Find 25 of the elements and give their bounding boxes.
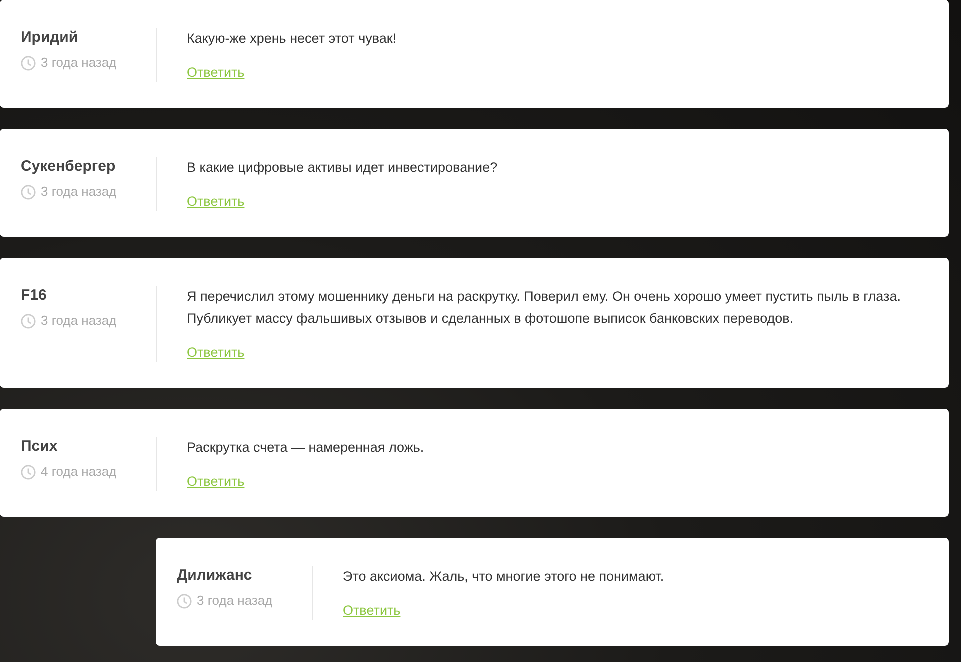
- clock-icon: [21, 184, 36, 200]
- comment-text: Раскрутка счета — намеренная ложь.: [187, 439, 426, 457]
- clock-icon: [177, 594, 192, 608]
- comment-time: 3 года назад: [41, 183, 117, 201]
- reply-link[interactable]: Ответить: [187, 344, 245, 362]
- reply-link[interactable]: Ответить: [187, 473, 245, 491]
- comment-time: 4 года назад: [41, 463, 117, 481]
- comment-time: 3 года назад: [41, 312, 117, 330]
- comment-text: Какую-же хрень несет этот чувак!: [187, 30, 398, 48]
- author-name: Псих: [21, 437, 58, 457]
- comment-text: Я перечислил этому мошеннику деньги на раскрутку. Поверил ему. Он очень хорошо умеет пустить пыль в глаза. Публикует массу фальшивых отзывов и сделанных в фотошопе выписок банковских переводов.: [187, 288, 902, 328]
- author-name: Сукенбергер: [21, 157, 116, 177]
- reply-link[interactable]: Ответить: [187, 64, 245, 82]
- clock-icon: [21, 464, 36, 480]
- author-name: Дилижанс: [177, 566, 252, 586]
- reply-link[interactable]: Ответить: [343, 602, 401, 620]
- clock-icon: [21, 56, 36, 70]
- clock-icon: [21, 314, 36, 328]
- comment-text: Это аксиома. Жаль, что многие этого не понимают.: [343, 568, 666, 586]
- comment-time: 3 года назад: [197, 592, 273, 610]
- author-name: F16: [21, 286, 47, 306]
- author-name: Иридий: [21, 28, 78, 48]
- comment-text: В какие цифровые активы идет инвестирование?: [187, 159, 499, 177]
- reply-link[interactable]: Ответить: [187, 193, 245, 211]
- comment-time: 3 года назад: [41, 54, 117, 72]
